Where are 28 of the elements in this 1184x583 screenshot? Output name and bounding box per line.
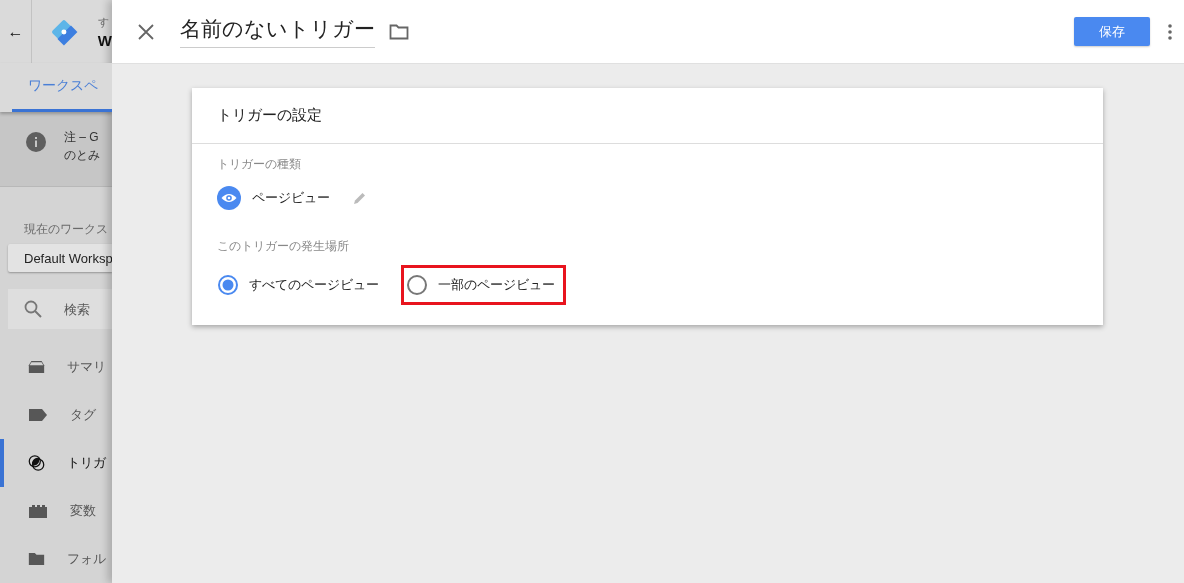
radio-option[interactable]: すべてのページビュー	[212, 265, 390, 305]
workspace-label: 現在のワークス	[24, 221, 109, 238]
more-menu-button[interactable]	[1168, 23, 1172, 40]
nav-item[interactable]: サマリ	[0, 343, 112, 391]
info-icon	[26, 132, 46, 152]
inbox-icon	[28, 359, 45, 375]
workspace-selector[interactable]: Default Worksp	[8, 244, 112, 272]
nav-item[interactable]: 変数	[0, 487, 112, 535]
container-name: W	[97, 31, 112, 49]
folder-button[interactable]	[389, 23, 409, 40]
trigger-type: ページビュー	[252, 189, 330, 207]
card-heading: トリガーの設定	[192, 88, 1103, 144]
radio-option[interactable]: 一部のページビュー	[401, 265, 566, 305]
trigger-name-field[interactable]: 名前のないトリガー	[180, 15, 375, 48]
field-label: このトリガーの発生場所	[217, 238, 350, 255]
trigger-icon	[28, 453, 45, 473]
label-icon	[28, 408, 48, 422]
notice-text: 注 – G のとみ	[64, 129, 100, 164]
nav-item[interactable]: タグ	[0, 391, 112, 439]
eye-icon	[217, 186, 241, 210]
blocks-icon	[28, 504, 48, 518]
folder-icon	[28, 551, 45, 567]
close-button[interactable]	[138, 23, 154, 40]
search-field[interactable]: 検索	[8, 289, 112, 329]
search-icon	[24, 300, 42, 318]
account-name: す	[97, 14, 110, 30]
field-label: トリガーの種類	[217, 156, 302, 173]
nav-item[interactable]: フォル	[0, 535, 112, 583]
